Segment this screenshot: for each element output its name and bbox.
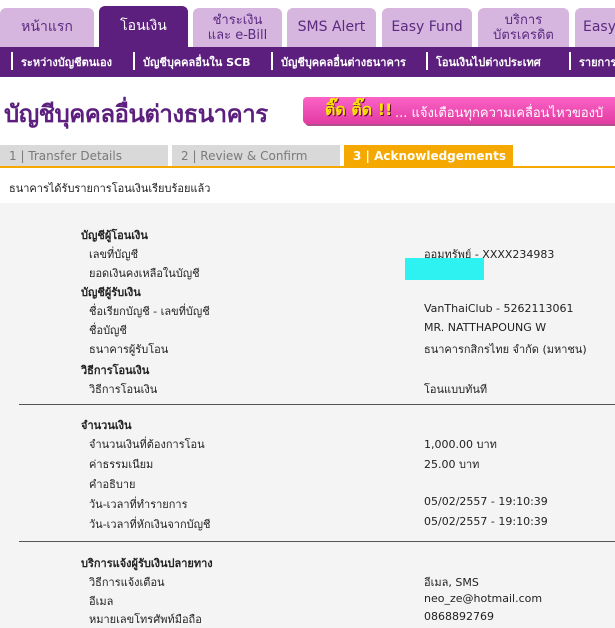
- notify-method-value: อีเมล, SMS: [424, 576, 479, 589]
- method-label: วิธีการโอนเงิน: [89, 383, 158, 396]
- transaction-time-label: วัน-เวลาที่ทำรายการ: [89, 498, 188, 511]
- fee-value: 25.00 บาท: [424, 458, 480, 471]
- steps-underline: [0, 166, 615, 168]
- tab-credit-card[interactable]: บริการ บัตรเครดิต: [478, 8, 569, 47]
- notify-phone-value: 0868892769: [424, 610, 494, 623]
- tab-home-label: หน้าแรก: [21, 19, 73, 35]
- tab-transfer[interactable]: โอนเงิน: [99, 6, 188, 47]
- tab-credit-card-label: บริการ: [504, 12, 543, 28]
- to-account-name-label: ชื่อบัญชี: [89, 324, 127, 337]
- tab-easy[interactable]: Easy: [575, 8, 615, 47]
- tab-easy-fund[interactable]: Easy Fund: [382, 8, 472, 47]
- sub-nav-divider: [426, 52, 428, 70]
- to-bank-label: ธนาคารผู้รับโอน: [89, 343, 169, 356]
- transfer-sub-nav: ระหว่างบัญชีตนเอง บัญชีบุคคลอื่นใน SCB บ…: [0, 47, 615, 77]
- tab-bill-payment-label-line2: และ e-Bill: [207, 27, 268, 43]
- sub-nav-divider: [11, 52, 13, 70]
- balance-label: ยอดเงินคงเหลือในบัญชี: [89, 267, 200, 280]
- tab-easy-fund-label: Easy Fund: [391, 19, 463, 35]
- notify-phone-label: หมายเลขโทรศัพท์มือถือ: [89, 613, 202, 626]
- main-tab-bar: หน้าแรก โอนเงิน ชำระเงิน และ e-Bill SMS …: [0, 0, 615, 47]
- banner-text: ... แจ้งเตือนทุกความเคลื่อนไหวของบั: [395, 106, 604, 121]
- transfer-acknowledgement-page: หน้าแรก โอนเงิน ชำระเงิน และ e-Bill SMS …: [0, 0, 615, 628]
- method-value: โอนแบบทันที: [424, 383, 488, 396]
- tab-sms-alert[interactable]: SMS Alert: [287, 8, 376, 47]
- sub-nav-own-accounts[interactable]: ระหว่างบัญชีตนเอง: [21, 53, 112, 71]
- sub-nav-divider: [569, 52, 571, 70]
- from-account-heading: บัญชีผู้โอนเงิน: [81, 229, 148, 242]
- step-review-confirm: 2 | Review & Confirm: [172, 145, 340, 167]
- sms-alert-promo-banner[interactable]: ติ๊ด ติ๊ด !! ... แจ้งเตือนทุกความเคลื่อน…: [303, 97, 615, 124]
- to-account-name-value: MR. NATTHAPOUNG W: [424, 321, 547, 334]
- step-acknowledgements: 3 | Acknowledgements: [344, 145, 513, 167]
- progress-steps: 1 | Transfer Details 2 | Review & Confir…: [0, 145, 615, 167]
- to-bank-value: ธนาคารกสิกรไทย จำกัด (มหาชน): [424, 343, 587, 356]
- to-account-heading: บัญชีผู้รับเงิน: [81, 286, 141, 299]
- tab-easy-label: Easy: [583, 19, 615, 35]
- sub-nav-divider: [133, 52, 135, 70]
- notify-method-label: วิธีการแจ้งเตือน: [89, 576, 165, 589]
- section-divider: [19, 541, 615, 542]
- banner-hot-text: ติ๊ด ติ๊ด !!: [325, 100, 393, 119]
- to-account-nickname-value: VanThaiClub - 5262113061: [424, 302, 574, 315]
- sub-nav-other-bank[interactable]: บัญชีบุคคลอื่นต่างธนาคาร: [281, 53, 406, 71]
- page-title: บัญชีบุคคลอื่นต่างธนาคาร: [4, 100, 268, 128]
- tab-transfer-label: โอนเงิน: [120, 18, 167, 34]
- sub-nav-other-scb[interactable]: บัญชีบุคคลอื่นใน SCB: [143, 53, 251, 71]
- sub-nav-history[interactable]: รายการ: [579, 53, 615, 71]
- acknowledgement-message: ธนาคารได้รับรายการโอนเงินเรียบร้อยแล้ว: [9, 182, 211, 195]
- amount-heading: จำนวนเงิน: [81, 419, 132, 432]
- sub-nav-overseas[interactable]: โอนเงินไปต่างประเทศ: [436, 53, 541, 71]
- to-account-nickname-label: ชื่อเรียกบัญชี - เลขที่บัญชี: [89, 305, 210, 318]
- tab-sms-alert-label: SMS Alert: [297, 19, 366, 35]
- notify-email-label: อีเมล: [89, 595, 114, 608]
- method-heading: วิธีการโอนเงิน: [81, 364, 150, 377]
- debit-time-value: 05/02/2557 - 19:10:39: [424, 515, 548, 528]
- tab-credit-card-label-line2: บัตรเครดิต: [493, 27, 554, 43]
- section-divider: [19, 404, 615, 405]
- amount-label: จำนวนเงินที่ต้องการโอน: [89, 438, 205, 451]
- sub-nav-divider: [271, 52, 273, 70]
- amount-value: 1,000.00 บาท: [424, 438, 497, 451]
- description-label: คำอธิบาย: [89, 478, 136, 491]
- debit-time-label: วัน-เวลาที่หักเงินจากบัญชี: [89, 518, 211, 531]
- tab-bill-payment-label: ชำระเงิน: [212, 12, 263, 28]
- redacted-balance: [405, 258, 484, 280]
- notify-heading: บริการแจ้งผู้รับเงินปลายทาง: [81, 557, 213, 570]
- fee-label: ค่าธรรมเนียม: [89, 458, 154, 471]
- tab-home[interactable]: หน้าแรก: [0, 8, 94, 47]
- tab-bill-payment[interactable]: ชำระเงิน และ e-Bill: [193, 8, 282, 47]
- transaction-time-value: 05/02/2557 - 19:10:39: [424, 495, 548, 508]
- notify-email-value: neo_ze@hotmail.com: [424, 592, 543, 605]
- step-transfer-details: 1 | Transfer Details: [0, 145, 168, 167]
- from-account-no-label: เลขที่บัญชี: [89, 248, 139, 261]
